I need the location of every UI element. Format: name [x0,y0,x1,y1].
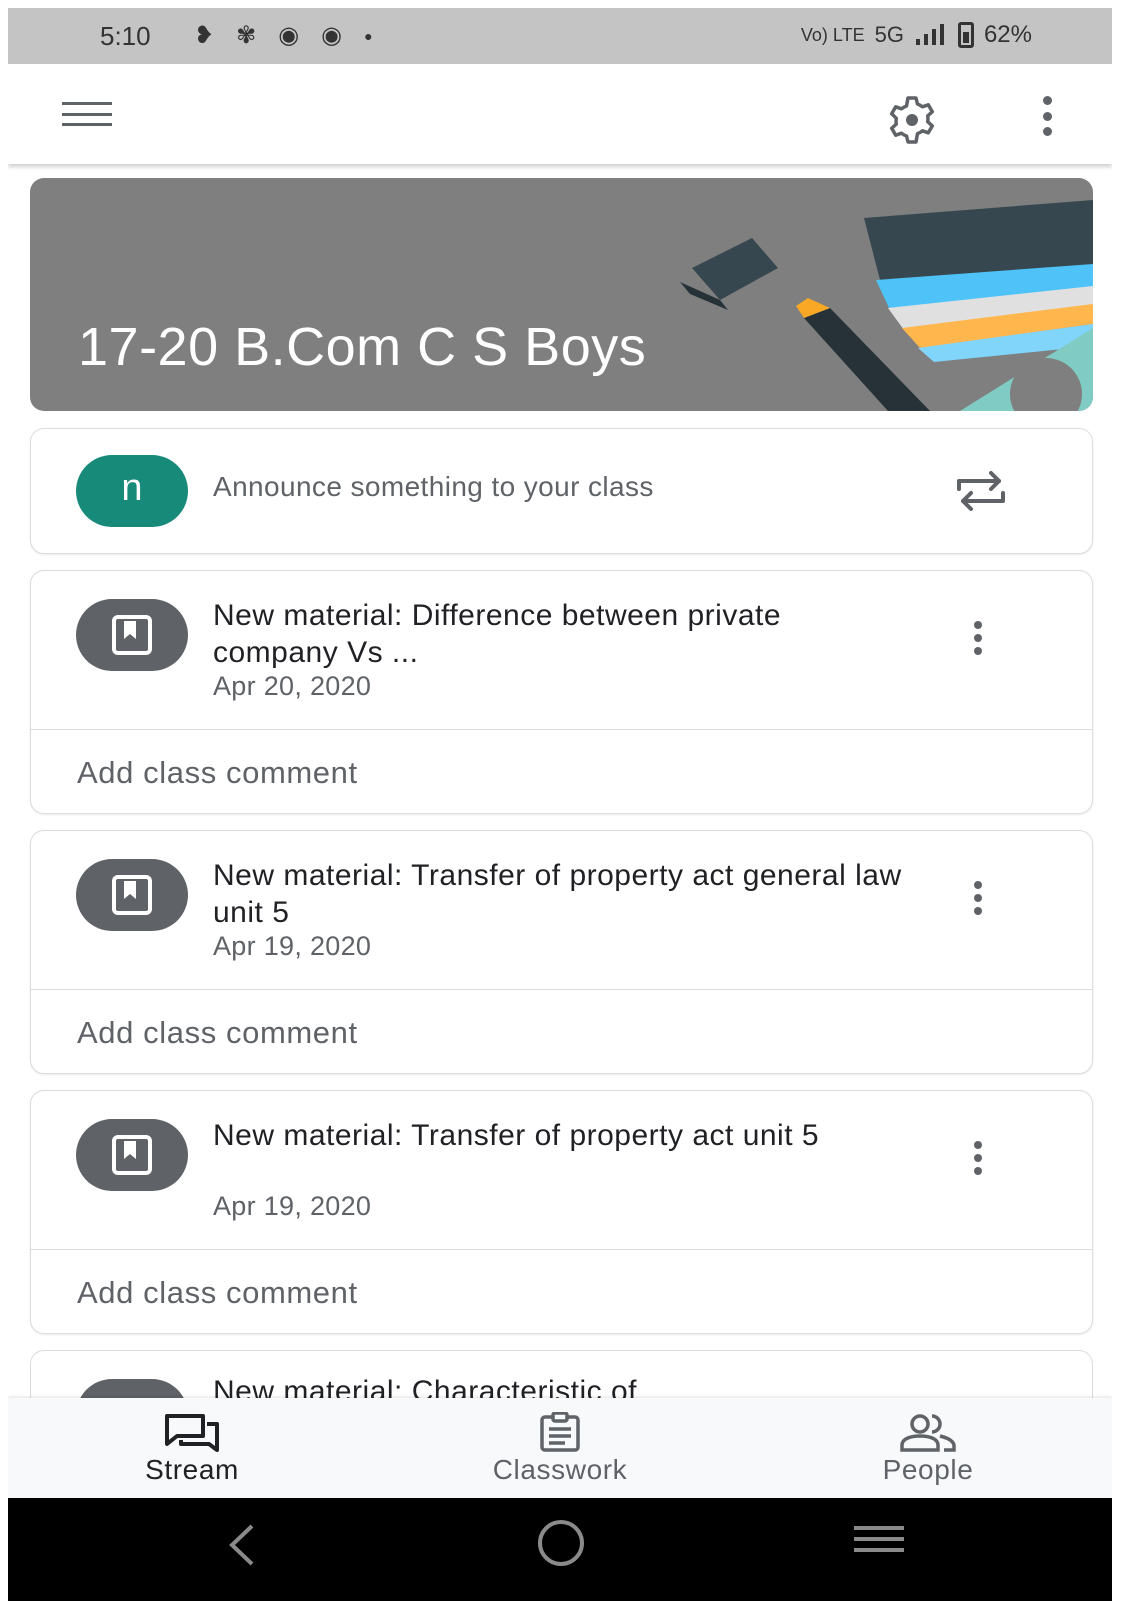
chrome-icon: ◉ [321,22,343,49]
post-card[interactable]: New material: Transfer of property act g… [30,830,1093,1074]
post-date: Apr 19, 2020 [213,1191,372,1221]
post-overflow-icon[interactable] [971,621,985,655]
status-right: Vo) LTE 5G 62% [801,21,1032,49]
post-card[interactable]: New material: Difference between private… [30,570,1093,814]
divider [31,1249,1092,1250]
add-comment-button[interactable]: Add class comment [77,1015,358,1051]
app-bar [8,64,1112,164]
battery-icon [957,22,974,48]
add-comment-button[interactable]: Add class comment [77,755,358,791]
post-date: Apr 20, 2020 [213,671,372,701]
divider [31,729,1092,730]
stream-icon [165,1414,219,1452]
tab-classwork-label: Classwork [492,1454,628,1485]
material-avatar [76,1119,188,1191]
more-notifications-icon: ● [364,28,373,44]
material-icon [112,615,152,655]
post-overflow-icon[interactable] [971,881,985,915]
post-title[interactable]: New material: Transfer of property act u… [213,1117,913,1154]
menu-icon[interactable] [62,102,112,126]
tab-stream-label: Stream [145,1454,239,1485]
overflow-menu-icon[interactable] [1038,96,1056,136]
battery-percent: 62% [983,21,1032,48]
post-overflow-icon[interactable] [971,1141,985,1175]
volte-label: Vo) LTE [800,24,865,45]
post-title[interactable]: New material: Difference between private… [213,597,913,671]
material-icon [112,875,152,915]
class-title: 17-20 B.Com C S Boys [78,317,647,377]
class-banner[interactable]: 17-20 B.Com C S Boys [30,178,1093,411]
post-title[interactable]: New material: Transfer of property act g… [213,857,913,931]
user-avatar: n [76,455,188,527]
settings-gear-icon[interactable] [884,92,940,148]
notification-icons: ❥ ✾ ◉ ◉ ● [194,22,373,50]
recents-icon[interactable] [854,1526,904,1552]
chrome-icon: ◉ [278,22,300,49]
material-icon [112,1135,152,1175]
material-avatar [76,859,188,931]
people-icon [900,1414,956,1452]
divider [31,989,1092,990]
location-icon: ❥ [194,22,215,49]
classwork-icon [540,1412,580,1452]
home-icon[interactable] [538,1520,584,1566]
back-icon[interactable] [222,1520,262,1570]
system-nav-bar [8,1498,1112,1601]
post-card[interactable]: New material: Transfer of property act u… [30,1090,1093,1334]
status-bar: 5:10 ❥ ✾ ◉ ◉ ● Vo) LTE 5G 62% [8,8,1112,64]
post-date: Apr 19, 2020 [213,931,372,961]
material-avatar [76,599,188,671]
tab-people[interactable]: People [744,1398,1112,1498]
status-time: 5:10 [100,21,151,51]
repost-icon[interactable] [955,469,1007,513]
announce-card[interactable]: n Announce something to your class [30,428,1093,554]
bottom-nav: Stream Classwork People [8,1398,1112,1498]
network-label: 5G [874,22,904,47]
add-comment-button[interactable]: Add class comment [77,1275,358,1311]
tab-classwork[interactable]: Classwork [376,1398,744,1498]
announce-input[interactable]: Announce something to your class [213,471,654,503]
app-notification-icon: ✾ [236,22,257,49]
tab-stream[interactable]: Stream [8,1398,376,1498]
tab-people-label: People [882,1454,974,1485]
signal-icon [915,24,944,45]
